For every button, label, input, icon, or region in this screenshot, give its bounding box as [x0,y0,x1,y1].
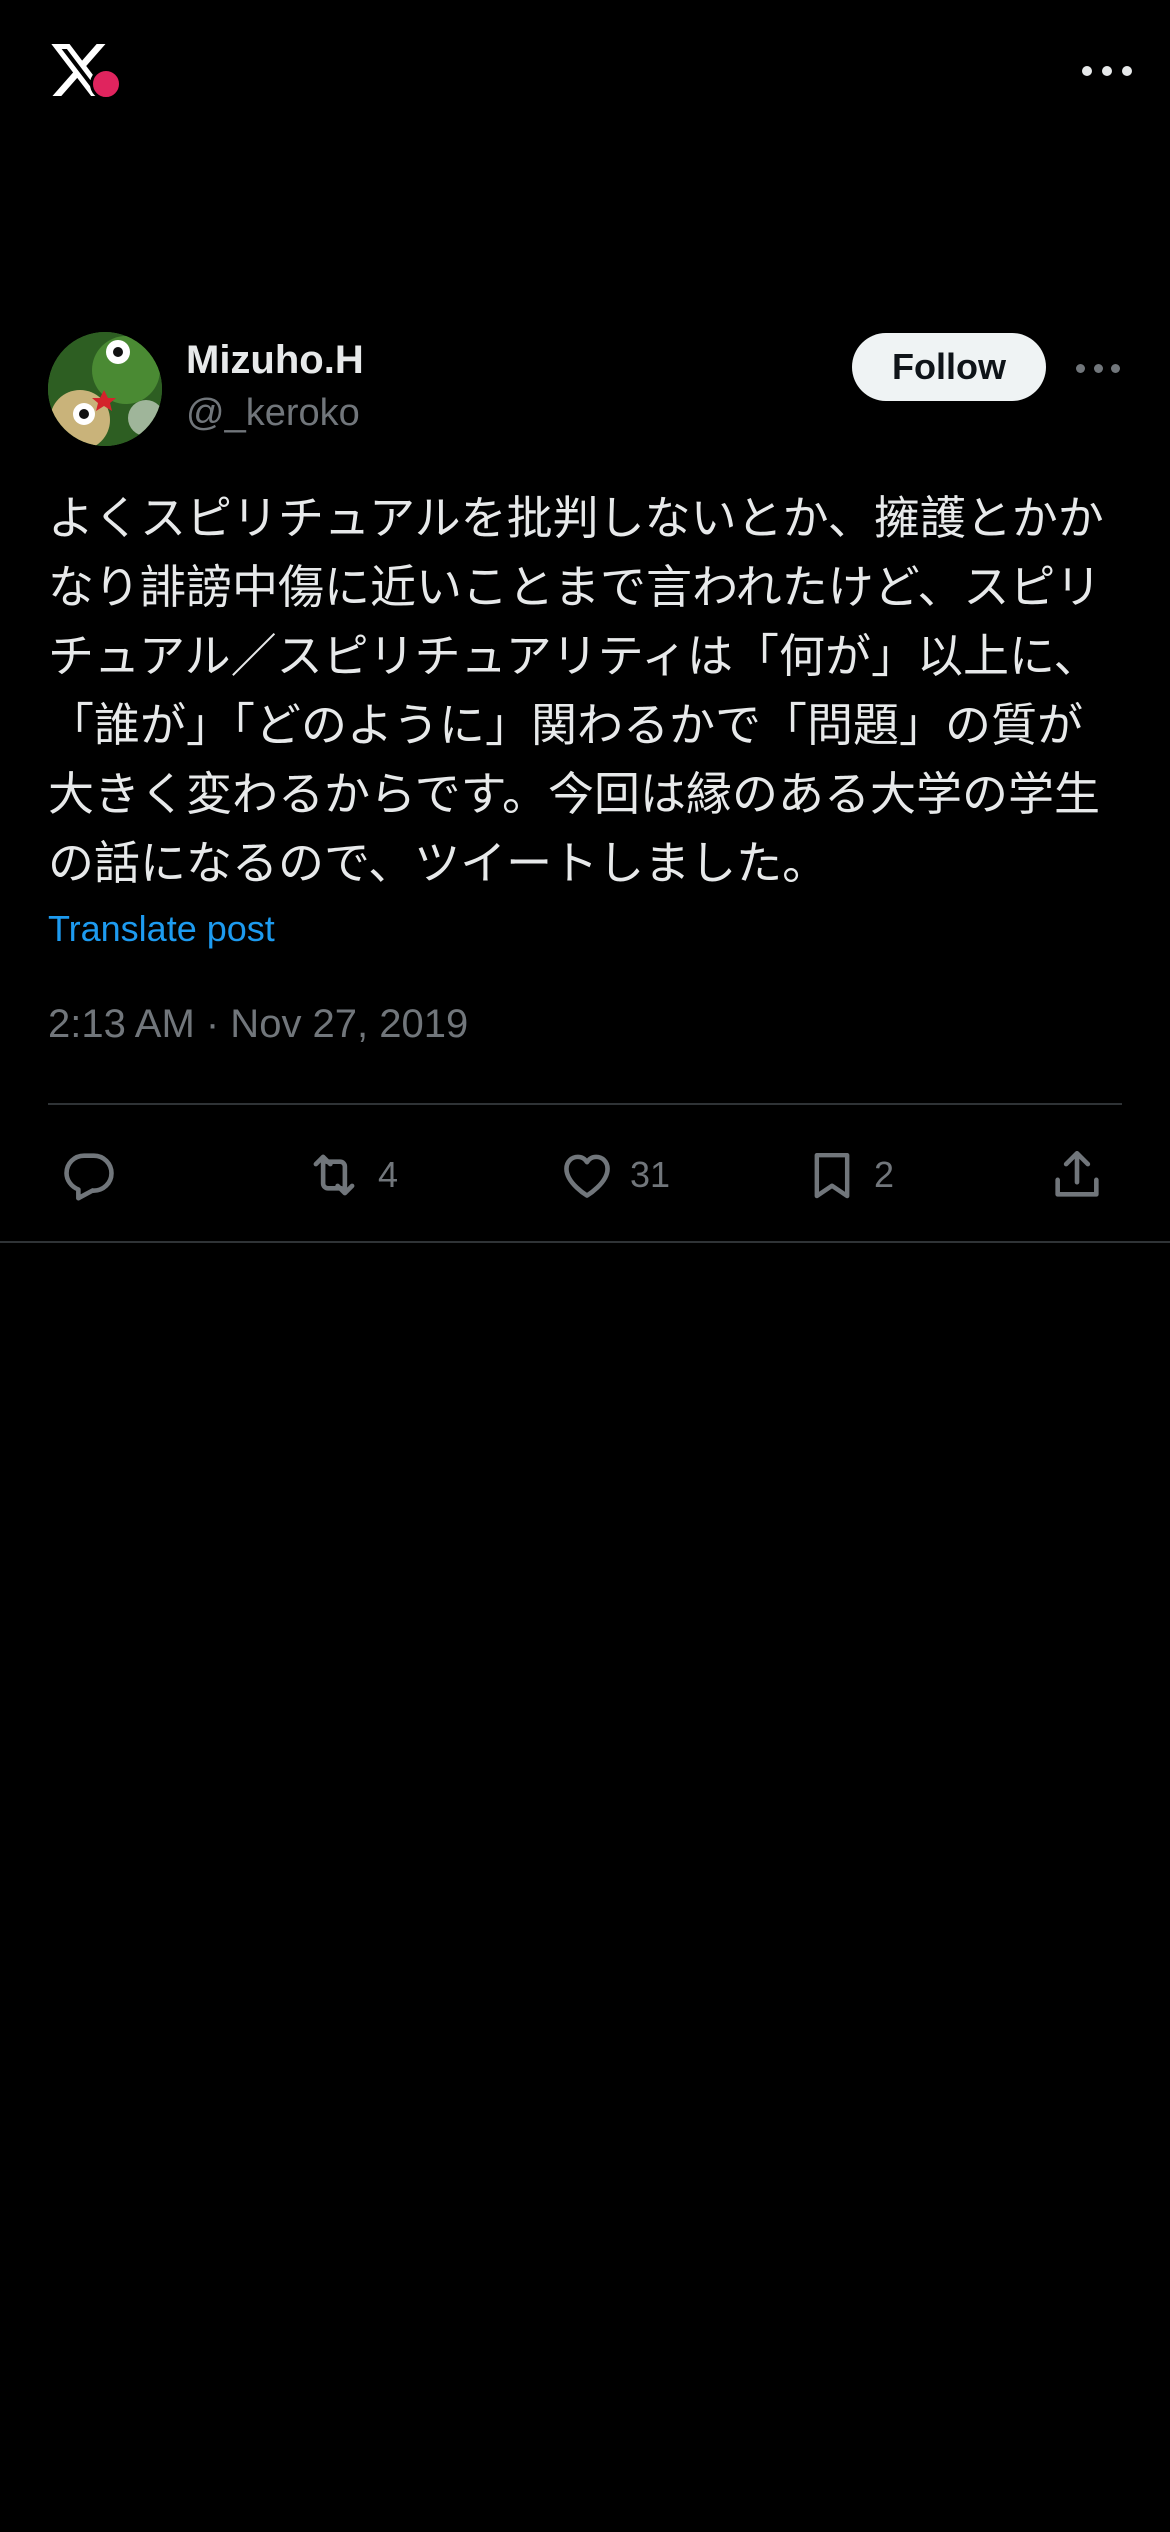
divider [48,1103,1122,1105]
divider [0,1241,1170,1243]
avatar[interactable] [48,332,162,446]
post-author: Mizuho.H @_keroko Follow [48,332,1122,448]
post-timestamp[interactable]: 2:13 AM · Nov 27, 2019 [48,1002,468,1047]
like-count: 31 [630,1154,671,1195]
repost-icon [304,1146,364,1204]
like-button[interactable]: 31 [558,1140,670,1210]
reply-button[interactable] [60,1140,118,1210]
share-icon [1048,1146,1106,1204]
post-more-icon[interactable] [1076,358,1120,378]
follow-button[interactable]: Follow [852,333,1046,401]
translate-post-link[interactable]: Translate post [48,908,275,950]
x-logo-icon[interactable] [46,38,122,106]
action-bar: 4 31 2 [48,1140,1122,1210]
heart-icon [558,1146,616,1204]
share-button[interactable] [1048,1140,1106,1210]
repost-button[interactable]: 4 [304,1140,398,1210]
repost-count: 4 [378,1154,399,1195]
author-handle[interactable]: @_keroko [186,392,360,435]
bookmark-count: 2 [874,1154,895,1195]
bookmark-button[interactable]: 2 [804,1140,894,1210]
notification-badge [90,68,122,100]
top-bar [0,0,1170,150]
more-options-icon[interactable] [1082,56,1132,86]
author-name[interactable]: Mizuho.H [186,338,364,383]
bookmark-icon [804,1145,860,1205]
post-text: よくスピリチュアルを批判しないとか、擁護とかかなり誹謗中傷に近いことまで言われた… [48,491,1104,890]
reply-icon [60,1146,118,1204]
